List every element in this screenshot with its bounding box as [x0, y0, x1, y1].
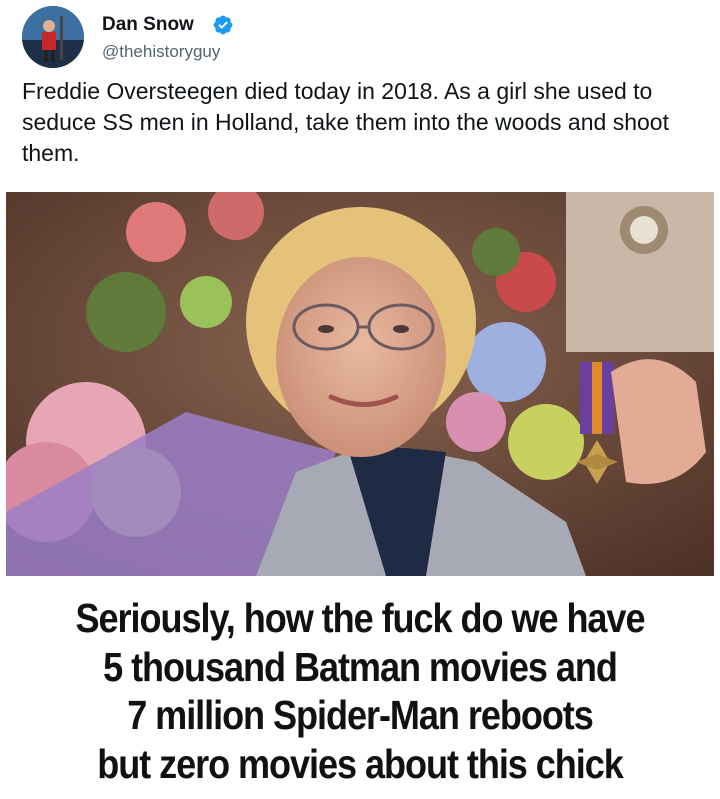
- avatar[interactable]: [22, 6, 84, 68]
- caption-line: 7 million Spider-Man reboots: [127, 692, 594, 738]
- meme-caption: Seriously, how the fuck do we have 5 tho…: [43, 594, 677, 788]
- tweet-header: Dan Snow @thehistoryguy: [22, 4, 702, 68]
- author-handle[interactable]: @thehistoryguy: [102, 42, 220, 62]
- verified-badge-icon: [213, 15, 233, 35]
- author-name[interactable]: Dan Snow: [102, 14, 194, 36]
- caption-line: Seriously, how the fuck do we have: [75, 595, 646, 641]
- caption-line: 5 thousand Batman movies and: [103, 643, 618, 690]
- tweet-photo[interactable]: [6, 192, 714, 576]
- photo-image: [6, 192, 714, 576]
- caption-line: but zero movies about this chick: [97, 740, 624, 787]
- tweet-text: Freddie Oversteegen died today in 2018. …: [22, 78, 669, 166]
